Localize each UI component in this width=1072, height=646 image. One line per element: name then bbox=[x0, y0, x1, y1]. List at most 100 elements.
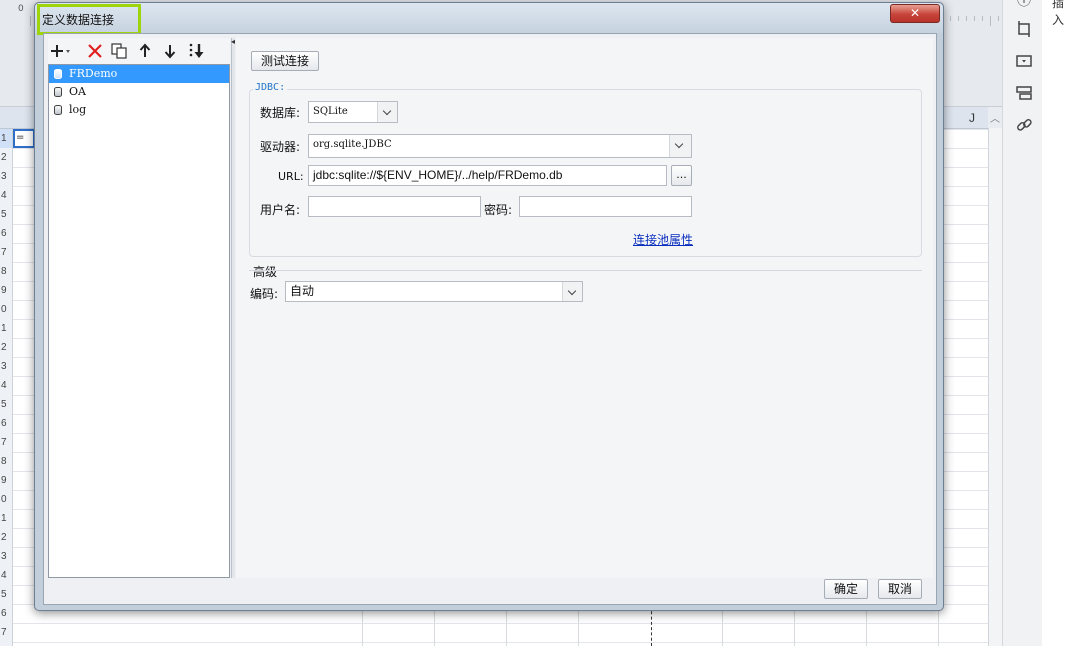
copy-connection-icon[interactable] bbox=[110, 42, 128, 60]
encoding-label: 编码: bbox=[250, 287, 279, 301]
define-data-connection-dialog: 定义数据连接 ✕ FRDemo OA log ◂ 测试连接 JDBC: 数据库:… bbox=[34, 2, 944, 611]
row-number[interactable]: 2 bbox=[0, 338, 12, 357]
cancel-button[interactable]: 取消 bbox=[878, 579, 922, 599]
ruler-tick bbox=[30, 16, 31, 26]
grid-column-line bbox=[794, 606, 795, 646]
sort-icon[interactable] bbox=[188, 42, 206, 60]
password-field[interactable] bbox=[519, 196, 692, 217]
column-label-j[interactable]: J bbox=[969, 111, 975, 125]
driver-label: 驱动器: bbox=[260, 140, 301, 154]
ruler-zero: 0 bbox=[18, 4, 24, 14]
row-number[interactable]: 3 bbox=[0, 357, 12, 376]
ok-button[interactable]: 确定 bbox=[824, 579, 868, 599]
connection-toolbar bbox=[48, 38, 230, 64]
database-value: SQLite bbox=[313, 106, 348, 117]
jdbc-legend: JDBC: bbox=[253, 82, 288, 93]
dialog-titlebar[interactable]: 定义数据连接 ✕ bbox=[35, 3, 943, 35]
insert-label: 插入 bbox=[1052, 0, 1065, 27]
row-number[interactable]: 1 bbox=[0, 319, 12, 338]
row-number[interactable]: 5 bbox=[0, 395, 12, 414]
link-icon[interactable] bbox=[1015, 116, 1033, 134]
test-connection-button[interactable]: 测试连接 bbox=[251, 51, 319, 71]
move-down-icon[interactable] bbox=[161, 42, 179, 60]
crop-icon[interactable] bbox=[1015, 20, 1033, 38]
scroll-up-icon[interactable]: ︿ bbox=[988, 110, 1002, 126]
row-number[interactable]: 7 bbox=[0, 243, 12, 262]
vertical-scrollbar[interactable] bbox=[988, 128, 1002, 646]
delete-connection-icon[interactable] bbox=[86, 42, 104, 60]
row-number[interactable]: 9 bbox=[0, 281, 12, 300]
grid-column-line bbox=[362, 606, 363, 646]
row-number[interactable]: 2 bbox=[0, 528, 12, 547]
right-side-panel: ⓘ bbox=[1002, 0, 1042, 646]
connection-list[interactable]: FRDemo OA log bbox=[48, 64, 230, 578]
connection-name: FRDemo bbox=[69, 67, 118, 80]
ruler-tick bbox=[958, 16, 959, 21]
ruler-tick bbox=[990, 16, 991, 26]
driver-select[interactable]: org.sqlite.JDBC bbox=[308, 134, 692, 158]
browse-url-button[interactable]: ... bbox=[671, 165, 692, 186]
grid-column-line bbox=[506, 606, 507, 646]
connection-name: log bbox=[69, 103, 87, 116]
row-number[interactable]: 1 bbox=[0, 129, 12, 148]
row-number[interactable]: 5 bbox=[0, 585, 12, 604]
row-number[interactable]: 3 bbox=[0, 547, 12, 566]
row-number[interactable]: 0 bbox=[0, 490, 12, 509]
username-field[interactable] bbox=[308, 196, 481, 217]
connection-name: OA bbox=[69, 85, 86, 98]
close-button[interactable]: ✕ bbox=[890, 4, 940, 23]
move-up-icon[interactable] bbox=[136, 42, 154, 60]
row-number[interactable]: 3 bbox=[0, 167, 12, 186]
row-number[interactable]: 9 bbox=[0, 471, 12, 490]
row-headers: 123456789012345678901234567 bbox=[0, 129, 13, 646]
connection-settings-pane: 测试连接 JDBC: 数据库: SQLite 驱动器: org.sqlite.J… bbox=[236, 38, 933, 578]
row-number[interactable]: 6 bbox=[0, 224, 12, 243]
row-number[interactable]: 7 bbox=[0, 623, 12, 642]
grid-column-line bbox=[938, 606, 939, 646]
url-field[interactable]: jdbc:sqlite://${ENV_HOME}/../help/FRDemo… bbox=[308, 165, 667, 186]
list-item-oa[interactable]: OA bbox=[49, 83, 229, 101]
grid-column-line bbox=[434, 606, 435, 646]
row-number[interactable]: 4 bbox=[0, 376, 12, 395]
ruler-tick bbox=[982, 16, 983, 21]
encoding-select[interactable]: 自动 bbox=[285, 281, 583, 302]
advanced-label: 高级 bbox=[253, 265, 278, 279]
database-label: 数据库: bbox=[260, 106, 301, 120]
pool-properties-link[interactable]: 连接池属性 bbox=[633, 231, 693, 248]
row-number[interactable]: 0 bbox=[0, 300, 12, 319]
row-number[interactable]: 4 bbox=[0, 566, 12, 585]
row-number[interactable]: 1 bbox=[0, 509, 12, 528]
driver-value: org.sqlite.JDBC bbox=[313, 139, 392, 150]
dialog-body: FRDemo OA log ◂ 测试连接 JDBC: 数据库: SQLite 驱… bbox=[43, 33, 937, 605]
database-icon bbox=[54, 105, 62, 115]
row-number[interactable]: 6 bbox=[0, 414, 12, 433]
username-label: 用户名: bbox=[260, 203, 301, 217]
list-item-frdemo[interactable]: FRDemo bbox=[49, 65, 229, 83]
grid-column-line bbox=[578, 606, 579, 646]
far-right-panel: 插入 bbox=[1042, 0, 1072, 646]
info-icon[interactable]: ⓘ bbox=[1015, 0, 1033, 10]
pane-splitter[interactable] bbox=[231, 38, 235, 578]
database-select[interactable]: SQLite bbox=[308, 101, 398, 123]
selected-cell[interactable]: = bbox=[13, 129, 35, 148]
ruler-tick bbox=[966, 16, 967, 21]
add-connection-icon[interactable] bbox=[50, 42, 70, 60]
row-number[interactable]: 8 bbox=[0, 452, 12, 471]
chevron-down-icon[interactable] bbox=[669, 135, 691, 157]
chevron-down-icon[interactable] bbox=[377, 102, 397, 122]
grid-column-line bbox=[722, 606, 723, 646]
row-number[interactable]: 6 bbox=[0, 604, 12, 623]
ruler-tick bbox=[950, 16, 951, 21]
database-icon bbox=[54, 87, 62, 97]
layer-icon[interactable] bbox=[1015, 84, 1033, 102]
dropdown-widget-icon[interactable] bbox=[1015, 52, 1033, 70]
list-item-log[interactable]: log bbox=[49, 101, 229, 119]
row-number[interactable]: 5 bbox=[0, 205, 12, 224]
splitter-collapse-icon[interactable]: ◂ bbox=[231, 37, 235, 46]
dialog-title: 定义数据连接 bbox=[42, 13, 115, 27]
row-number[interactable]: 4 bbox=[0, 186, 12, 205]
row-number[interactable]: 2 bbox=[0, 148, 12, 167]
row-number[interactable]: 8 bbox=[0, 262, 12, 281]
row-number[interactable]: 7 bbox=[0, 433, 12, 452]
chevron-down-icon[interactable] bbox=[562, 282, 582, 301]
